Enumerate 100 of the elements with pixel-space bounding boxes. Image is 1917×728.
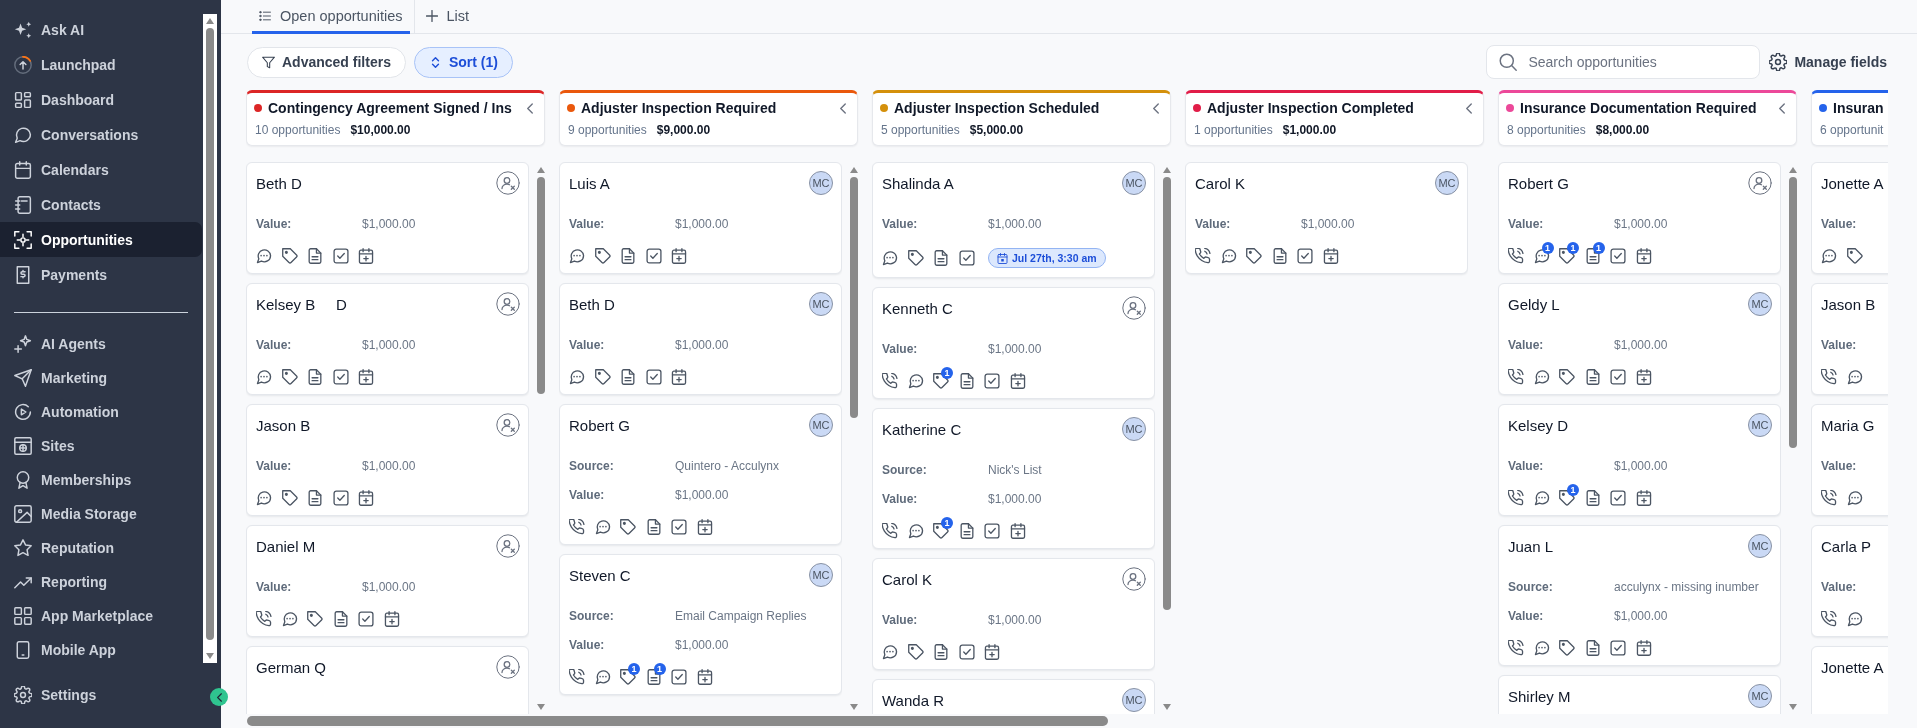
document-icon[interactable] <box>1584 640 1601 656</box>
opportunity-card[interactable]: Jonette A Value: <box>1811 162 1888 274</box>
chat-icon[interactable] <box>1533 490 1550 506</box>
opportunity-card[interactable]: Shalinda A MC Value: $1,000.00 Jul 27th, 3:30 am <box>872 162 1155 278</box>
chat-icon[interactable] <box>907 523 924 539</box>
document-icon[interactable] <box>307 490 323 506</box>
sidebar-item[interactable]: Memberships <box>0 463 202 497</box>
triangle-down-icon[interactable] <box>1162 704 1171 710</box>
phone-icon[interactable] <box>882 523 898 539</box>
opportunity-card[interactable]: Kenneth C Value: $1,000.00 1 <box>872 287 1155 399</box>
checkbox-icon[interactable] <box>1297 248 1313 264</box>
calendar-plus-icon[interactable] <box>1635 490 1652 506</box>
sidebar-item[interactable]: Reporting <box>0 565 202 599</box>
sidebar-item[interactable]: Ask AI <box>0 12 202 47</box>
checkbox-icon[interactable] <box>1610 248 1626 264</box>
opportunity-card[interactable]: Beth D Value: $1,000.00 <box>246 162 529 274</box>
owner-avatar[interactable]: MC <box>809 413 833 437</box>
tag-icon[interactable] <box>907 250 924 266</box>
opportunity-card[interactable]: Wanda R MC <box>872 679 1155 714</box>
opportunity-card[interactable]: Juan L MC Source: acculynx - missing inumber Value: $1,000.00 <box>1498 525 1781 666</box>
tag-icon[interactable] <box>281 490 298 506</box>
checkbox-icon[interactable] <box>358 611 374 627</box>
phone-icon[interactable] <box>256 611 272 627</box>
tag-icon[interactable] <box>281 369 298 385</box>
checkbox-icon[interactable] <box>1610 369 1626 385</box>
sidebar-item[interactable]: Opportunities <box>0 222 202 257</box>
owner-avatar[interactable]: MC <box>1435 171 1459 195</box>
chat-icon[interactable] <box>1220 248 1237 264</box>
person-x-icon[interactable] <box>1122 296 1146 320</box>
checkbox-icon[interactable] <box>1610 640 1626 656</box>
search-field[interactable]: Search opportunities <box>1486 45 1761 79</box>
checkbox-icon[interactable] <box>332 369 349 385</box>
document-icon[interactable] <box>1271 248 1288 264</box>
phone-icon[interactable] <box>1508 640 1524 656</box>
owner-avatar[interactable]: MC <box>1748 292 1772 316</box>
owner-avatar[interactable]: MC <box>809 563 833 587</box>
owner-avatar[interactable]: MC <box>1122 171 1146 195</box>
phone-icon[interactable] <box>1821 611 1837 627</box>
opportunity-card[interactable]: Jonette A <box>1811 646 1888 714</box>
chat-icon[interactable] <box>1846 490 1863 506</box>
checkbox-icon[interactable] <box>984 373 1000 389</box>
triangle-up-icon[interactable] <box>536 167 545 173</box>
document-icon[interactable] <box>620 248 636 264</box>
sidebar-item[interactable]: Settings <box>0 678 202 712</box>
chat-icon[interactable] <box>1846 611 1863 627</box>
sidebar-item[interactable]: Dashboard <box>0 82 202 117</box>
document-icon[interactable] <box>1584 369 1601 385</box>
opportunity-card[interactable]: Maria G Value: <box>1811 404 1888 516</box>
chat-icon[interactable] <box>256 369 272 385</box>
phone-icon[interactable] <box>1508 490 1524 506</box>
document-icon[interactable] <box>307 369 323 385</box>
scrollbar-thumb[interactable] <box>536 177 545 394</box>
triangle-up-icon[interactable] <box>1788 167 1797 173</box>
tag-icon[interactable] <box>594 369 611 385</box>
person-x-icon[interactable] <box>496 171 520 195</box>
calendar-plus-icon[interactable] <box>1009 523 1026 539</box>
sidebar-item[interactable]: Contacts <box>0 187 202 222</box>
chat-icon[interactable] <box>1846 369 1863 385</box>
chevron-left-icon[interactable] <box>1466 102 1472 114</box>
tag-icon[interactable] <box>620 519 636 535</box>
sidebar-item[interactable]: Conversations <box>0 117 202 152</box>
opportunity-card[interactable]: Jason B Value: $1,000.00 <box>246 404 529 516</box>
view-tab[interactable]: Open opportunities <box>252 0 410 34</box>
chat-icon[interactable] <box>1533 369 1550 385</box>
phone-icon[interactable] <box>1195 248 1211 264</box>
sidebar-item[interactable]: Sites <box>0 429 202 463</box>
document-icon[interactable] <box>307 248 323 264</box>
chat-icon[interactable] <box>594 519 611 535</box>
checkbox-icon[interactable] <box>645 369 662 385</box>
checkbox-icon[interactable] <box>671 519 687 535</box>
chat-icon[interactable] <box>281 611 298 627</box>
calendar-plus-icon[interactable] <box>358 490 374 506</box>
document-icon[interactable] <box>933 644 949 660</box>
checkbox-icon[interactable] <box>1610 490 1626 506</box>
chevron-left-icon[interactable] <box>1779 102 1785 114</box>
phone-icon[interactable] <box>882 373 898 389</box>
sort-button[interactable]: Sort (1) <box>413 46 513 78</box>
document-icon[interactable] <box>620 369 636 385</box>
person-x-icon[interactable] <box>1748 171 1772 195</box>
chevron-left-icon[interactable] <box>527 102 533 114</box>
scrollbar-thumb[interactable] <box>206 28 214 640</box>
manage-fields-button[interactable]: Manage fields <box>1769 53 1887 71</box>
tag-icon[interactable] <box>1559 369 1575 385</box>
person-x-icon[interactable] <box>496 534 520 558</box>
chat-icon[interactable] <box>1821 248 1837 264</box>
triangle-down-icon[interactable] <box>1788 704 1797 710</box>
document-icon[interactable] <box>1584 490 1601 506</box>
triangle-down-icon[interactable] <box>849 704 858 710</box>
checkbox-icon[interactable] <box>645 248 662 264</box>
triangle-up-icon[interactable] <box>206 18 214 24</box>
opportunity-card[interactable]: Kelsey B D Value: $1,000.00 <box>246 283 529 395</box>
owner-avatar[interactable]: MC <box>1122 688 1146 712</box>
calendar-plus-icon[interactable] <box>984 644 1000 660</box>
sidebar-item[interactable]: Payments <box>0 257 202 292</box>
owner-avatar[interactable]: MC <box>1748 534 1772 558</box>
sidebar-item[interactable]: App Marketplace <box>0 599 202 633</box>
checkbox-icon[interactable] <box>958 250 975 266</box>
chat-icon[interactable] <box>594 669 611 685</box>
opportunity-card[interactable]: Carol K Value: $1,000.00 <box>872 558 1155 670</box>
sidebar-item[interactable]: Media Storage <box>0 497 202 531</box>
